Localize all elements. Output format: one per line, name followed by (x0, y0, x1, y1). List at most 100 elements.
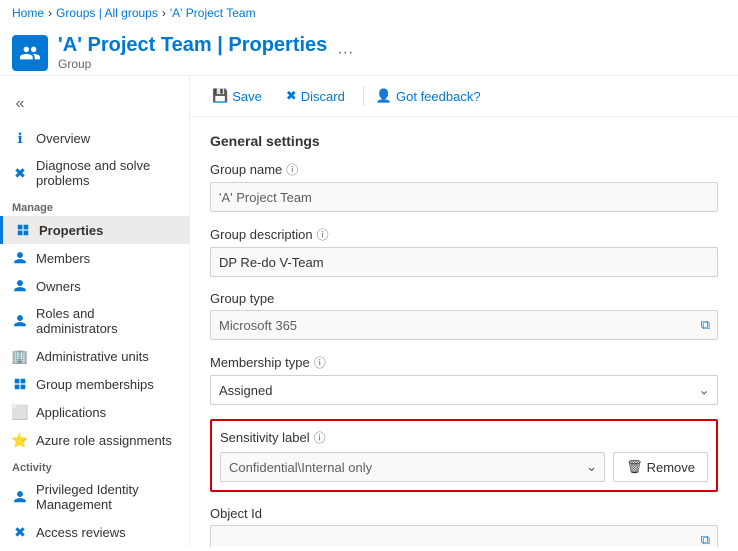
sidebar-label-applications: Applications (36, 405, 106, 420)
page-subtitle: Group (58, 57, 327, 71)
membership-type-info-icon[interactable]: ⓘ (314, 354, 326, 371)
sidebar-label-owners: Owners (36, 279, 81, 294)
sidebar-label-members: Members (36, 251, 90, 266)
form-section-title: General settings (210, 133, 718, 149)
owners-icon (12, 278, 28, 294)
sidebar-item-owners[interactable]: Owners (0, 272, 189, 300)
sidebar-label-diagnose: Diagnose and solve problems (36, 158, 177, 188)
group-type-label: Group type (210, 291, 718, 306)
sidebar-label-access-reviews: Access reviews (36, 525, 126, 540)
object-id-label: Object Id (210, 506, 718, 521)
group-type-copy-icon[interactable]: ⧉ (701, 317, 710, 333)
group-desc-label: Group description ⓘ (210, 226, 718, 243)
sensitivity-label-info-icon[interactable]: ⓘ (314, 429, 326, 446)
sensitivity-label-title: Sensitivity label (220, 430, 310, 445)
properties-icon (15, 222, 31, 238)
main-content: 💾 Save ✖ Discard 👤 Got feedback? General… (190, 76, 738, 547)
sidebar-label-overview: Overview (36, 131, 90, 146)
object-id-wrapper: ⧉ (210, 525, 718, 547)
sidebar-item-properties[interactable]: Properties (0, 216, 189, 244)
membership-type-select[interactable]: Assigned Dynamic User Dynamic Device (210, 375, 718, 405)
sidebar-label-admin-units: Administrative units (36, 349, 149, 364)
sidebar-label-group-memberships: Group memberships (36, 377, 154, 392)
remove-label: Remove (647, 460, 695, 475)
members-icon (12, 250, 28, 266)
sidebar-item-applications[interactable]: ⬜ Applications (0, 398, 189, 426)
sensitivity-label-input[interactable] (220, 452, 605, 482)
header-more-button[interactable]: ··· (337, 44, 353, 62)
breadcrumb-home[interactable]: Home (12, 6, 44, 20)
group-name-label: Group name ⓘ (210, 161, 718, 178)
roles-icon (12, 313, 28, 329)
page-title-name: 'A' Project Team (58, 34, 212, 56)
group-icon (12, 35, 48, 71)
sidebar-item-overview[interactable]: ℹ Overview (0, 124, 189, 152)
sensitivity-label-section: Sensitivity label ⓘ ⌄ 🗑 Remove (210, 419, 718, 492)
membership-type-field: Membership type ⓘ Assigned Dynamic User … (210, 354, 718, 405)
sidebar: « ℹ Overview ✖ Diagnose and solve proble… (0, 76, 190, 547)
sidebar-label-properties: Properties (39, 223, 103, 238)
membership-type-select-wrapper: Assigned Dynamic User Dynamic Device (210, 375, 718, 405)
sidebar-item-roles[interactable]: Roles and administrators (0, 300, 189, 342)
save-icon: 💾 (212, 88, 228, 104)
sidebar-item-members[interactable]: Members (0, 244, 189, 272)
group-type-input[interactable] (210, 310, 718, 340)
sidebar-collapse-button[interactable]: « (8, 92, 32, 116)
feedback-icon: 👤 (376, 88, 392, 104)
sidebar-item-admin-units[interactable]: 🏢 Administrative units (0, 342, 189, 370)
feedback-label: Got feedback? (396, 89, 481, 104)
breadcrumb-current[interactable]: 'A' Project Team (170, 6, 256, 20)
group-name-input[interactable] (210, 182, 718, 212)
discard-icon: ✖ (286, 88, 297, 104)
breadcrumb: Home › Groups | All groups › 'A' Project… (0, 0, 738, 26)
page-title-section: Properties (228, 34, 327, 56)
breadcrumb-groups[interactable]: Groups | All groups (56, 6, 158, 20)
group-desc-input[interactable] (210, 247, 718, 277)
membership-type-label: Membership type ⓘ (210, 354, 718, 371)
save-button[interactable]: 💾 Save (206, 84, 268, 108)
toolbar: 💾 Save ✖ Discard 👤 Got feedback? (190, 76, 738, 117)
access-reviews-icon: ✖ (12, 524, 28, 540)
sensitivity-label-title-row: Sensitivity label ⓘ (220, 429, 708, 446)
sensitivity-select-wrapper: ⌄ (220, 452, 605, 482)
sidebar-item-diagnose[interactable]: ✖ Diagnose and solve problems (0, 152, 189, 194)
sidebar-label-azure-role: Azure role assignments (36, 433, 172, 448)
group-name-field: Group name ⓘ (210, 161, 718, 212)
group-desc-field: Group description ⓘ (210, 226, 718, 277)
overview-icon: ℹ (12, 130, 28, 146)
group-memberships-icon (12, 376, 28, 392)
save-label: Save (232, 89, 262, 104)
applications-icon: ⬜ (12, 404, 28, 420)
group-desc-info-icon[interactable]: ⓘ (317, 226, 329, 243)
group-type-wrapper: ⧉ (210, 310, 718, 340)
group-type-field: Group type ⧉ (210, 291, 718, 340)
sidebar-item-access-reviews[interactable]: ✖ Access reviews (0, 518, 189, 546)
diagnose-icon: ✖ (12, 165, 28, 181)
title-block: 'A' Project Team | Properties Group (58, 34, 327, 71)
sidebar-item-audit-logs[interactable]: 📋 Audit logs (0, 546, 189, 547)
sidebar-section-manage: Manage (0, 194, 189, 216)
pim-icon (12, 489, 28, 505)
toolbar-divider (363, 86, 364, 106)
sidebar-item-pim[interactable]: Privileged Identity Management (0, 476, 189, 518)
page-header: 'A' Project Team | Properties Group ··· (0, 26, 738, 76)
sidebar-label-pim: Privileged Identity Management (36, 482, 177, 512)
remove-sensitivity-button[interactable]: 🗑 Remove (613, 452, 708, 482)
sidebar-item-azure-role[interactable]: ⭐ Azure role assignments (0, 426, 189, 454)
form-area: General settings Group name ⓘ Group desc… (190, 117, 738, 547)
sidebar-label-roles: Roles and administrators (36, 306, 177, 336)
page-title-sep: | (217, 34, 228, 56)
discard-button[interactable]: ✖ Discard (280, 84, 351, 108)
object-id-copy-icon[interactable]: ⧉ (701, 532, 710, 547)
group-name-info-icon[interactable]: ⓘ (286, 161, 298, 178)
discard-label: Discard (301, 89, 345, 104)
admin-units-icon: 🏢 (12, 348, 28, 364)
page-title: 'A' Project Team | Properties (58, 34, 327, 57)
sidebar-item-group-memberships[interactable]: Group memberships (0, 370, 189, 398)
azure-role-icon: ⭐ (12, 432, 28, 448)
sidebar-section-activity: Activity (0, 454, 189, 476)
feedback-button[interactable]: 👤 Got feedback? (376, 88, 481, 104)
remove-icon: 🗑 (626, 459, 643, 475)
object-id-input[interactable] (210, 525, 718, 547)
sensitivity-input-row: ⌄ 🗑 Remove (220, 452, 708, 482)
